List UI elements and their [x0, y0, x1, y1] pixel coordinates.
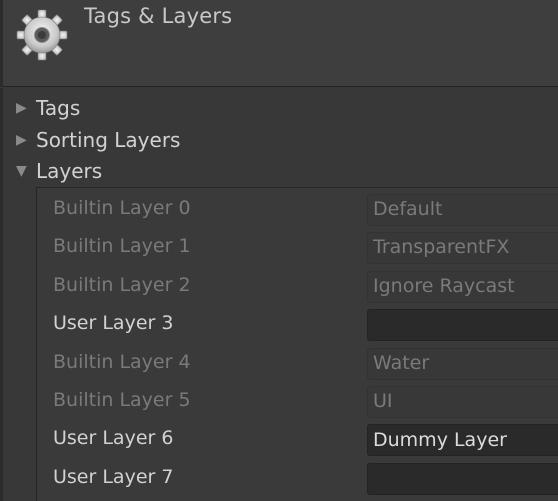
layer-label: Builtin Layer 2 [53, 274, 191, 296]
layer-row: Builtin Layer 0 Default [53, 191, 558, 229]
layer-row: Builtin Layer 1 TransparentFX [53, 229, 558, 267]
layer-row: User Layer 6 [53, 421, 558, 459]
layer-name-input[interactable] [367, 463, 558, 495]
layer-name-input[interactable] [367, 309, 558, 341]
foldout-label: Layers [36, 159, 103, 183]
layer-label: User Layer 6 [53, 427, 174, 449]
layer-label: Builtin Layer 4 [53, 351, 191, 373]
layer-row: Builtin Layer 2 Ignore Raycast [53, 268, 558, 306]
layer-label: Builtin Layer 5 [53, 389, 191, 411]
layer-name-field: TransparentFX [367, 232, 558, 264]
chevron-right-icon: ▶ [16, 100, 27, 116]
layer-row: User Layer 3 [53, 306, 558, 344]
body-edge [0, 88, 3, 501]
layer-row: User Layer 7 [53, 460, 558, 498]
layer-label: Builtin Layer 0 [53, 197, 191, 219]
foldout-tags[interactable]: ▶ Tags [16, 93, 80, 123]
layer-row: Builtin Layer 5 UI [53, 383, 558, 421]
chevron-right-icon: ▶ [16, 132, 27, 148]
layer-row: Builtin Layer 4 Water [53, 345, 558, 383]
layer-label: User Layer 3 [53, 312, 174, 334]
foldout-label: Sorting Layers [36, 128, 181, 152]
layer-name-field: Default [367, 194, 558, 226]
foldout-sorting-layers[interactable]: ▶ Sorting Layers [16, 125, 180, 155]
layer-label: Builtin Layer 1 [53, 235, 191, 257]
page-title: Tags & Layers [84, 4, 233, 28]
foldout-layers[interactable]: ▼ Layers [16, 156, 102, 186]
header-edge [0, 0, 3, 87]
foldout-label: Tags [36, 96, 81, 120]
layer-label: User Layer 7 [53, 466, 174, 488]
layer-name-field: Ignore Raycast [367, 271, 558, 303]
layer-name-input[interactable] [367, 424, 558, 456]
gear-icon [16, 9, 68, 61]
layer-name-field: UI [367, 386, 558, 418]
chevron-down-icon: ▼ [16, 163, 27, 179]
layer-name-field: Water [367, 348, 558, 380]
inspector-header: Tags & Layers [0, 0, 558, 87]
